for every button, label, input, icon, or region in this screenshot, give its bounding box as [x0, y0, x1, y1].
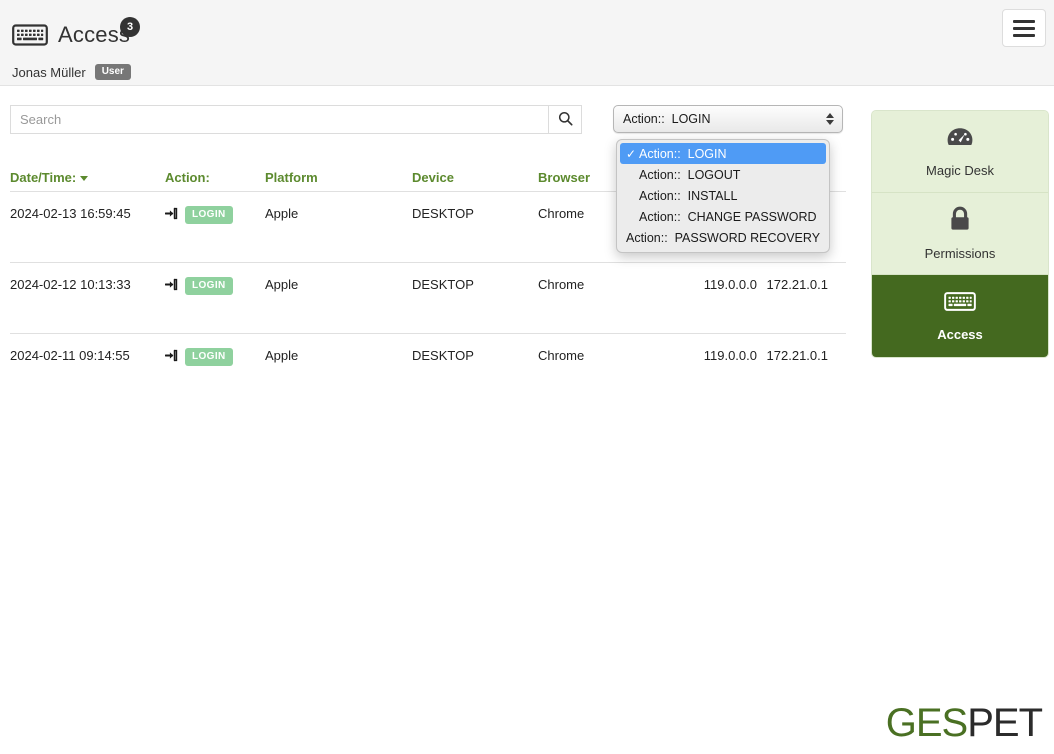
brand: Access [12, 22, 130, 48]
cell-version: 119.0.0.0 [703, 348, 757, 363]
action-filter-dropdown[interactable]: ✓ Action:: LOGIN Action:: LOGOUT Action:… [616, 139, 830, 253]
app-header: Access 3 Jonas Müller User [0, 0, 1054, 86]
sidebar-item-permissions[interactable]: Permissions [872, 193, 1048, 275]
sign-in-icon [165, 349, 178, 365]
check-icon: ✓ [626, 146, 637, 161]
sidebar-item-magic-desk[interactable]: Magic Desk [872, 111, 1048, 193]
cell-version: 119.0.0.0 [703, 277, 757, 292]
column-header-device[interactable]: Device [412, 170, 538, 185]
hamburger-menu-icon [1013, 26, 1035, 30]
search-button[interactable] [548, 105, 582, 134]
search-input[interactable] [10, 105, 548, 134]
cell-platform: Apple [265, 206, 299, 221]
dropdown-option-login[interactable]: ✓ Action:: LOGIN [620, 143, 826, 164]
sort-desc-icon [80, 175, 89, 181]
dropdown-option-install[interactable]: Action:: INSTALL [620, 185, 826, 206]
dropdown-option-password-recovery[interactable]: Action:: PASSWORD RECOVERY [620, 227, 826, 248]
cell-datetime: 2024-02-13 16:59:45 [10, 206, 131, 221]
search-bar [10, 105, 582, 134]
dropdown-option-label: Action:: CHANGE PASSWORD [639, 209, 817, 224]
chevron-updown-icon [826, 113, 834, 125]
cell-device: DESKTOP [412, 348, 474, 363]
table-row[interactable]: 2024-02-11 09:14:55 LOGIN Apple DESKTOP … [10, 333, 846, 404]
dropdown-option-logout[interactable]: Action:: LOGOUT [620, 164, 826, 185]
cell-datetime: 2024-02-11 09:14:55 [10, 348, 130, 363]
status-badge: LOGIN [185, 277, 233, 295]
action-filter-select[interactable]: Action:: LOGIN [613, 105, 843, 133]
dropdown-option-label: Action:: LOGOUT [639, 167, 741, 182]
lock-icon [949, 206, 971, 237]
keyboard-icon [12, 22, 48, 48]
dropdown-option-label: Action:: INSTALL [639, 188, 738, 203]
cell-browser: Chrome [538, 277, 585, 292]
cell-device: DESKTOP [412, 206, 474, 221]
gauge-icon [946, 125, 974, 154]
cell-platform: Apple [265, 277, 299, 292]
column-header-platform[interactable]: Platform [265, 170, 412, 185]
logo-part-ges: GES [885, 701, 968, 745]
column-header-datetime[interactable]: Date/Time: [10, 170, 165, 185]
logo-part-pet: PET [967, 701, 1043, 745]
hamburger-menu-button[interactable] [1002, 9, 1046, 47]
cell-datetime: 2024-02-12 10:13:33 [10, 277, 131, 292]
cell-platform: Apple [265, 348, 299, 363]
dropdown-option-label: Action:: LOGIN [639, 146, 727, 161]
sidebar-item-label: Magic Desk [926, 163, 994, 178]
sidebar-item-label: Permissions [924, 246, 996, 261]
sidebar-item-access[interactable]: Access [872, 275, 1048, 357]
table-row[interactable]: 2024-02-12 10:13:33 LOGIN Apple DESKTOP … [10, 262, 846, 333]
notification-badge: 3 [120, 17, 140, 37]
status-badge: LOGIN [185, 348, 233, 366]
cell-action: LOGIN [165, 277, 265, 295]
cell-ip: 172.21.0.1 [766, 348, 828, 363]
sign-in-icon [165, 278, 178, 294]
hamburger-menu-icon [1013, 19, 1035, 23]
user-role-badge: User [94, 64, 131, 80]
cell-action: LOGIN [165, 206, 265, 224]
cell-device: DESKTOP [412, 277, 474, 292]
cell-action: LOGIN [165, 348, 265, 366]
action-filter-value: Action:: LOGIN [623, 112, 711, 126]
sign-in-icon [165, 207, 178, 223]
keyboard-icon [944, 290, 976, 318]
column-header-action[interactable]: Action: [165, 170, 265, 185]
dropdown-option-label: Action:: PASSWORD RECOVERY [626, 230, 821, 245]
status-badge: LOGIN [185, 206, 233, 224]
sidebar-item-label: Access [937, 327, 983, 342]
side-navigation: Magic Desk Permissions Access [871, 110, 1049, 358]
dropdown-option-change-password[interactable]: Action:: CHANGE PASSWORD [620, 206, 826, 227]
gespet-logo: GESPET [885, 701, 1043, 746]
hamburger-menu-icon [1013, 33, 1035, 37]
cell-browser: Chrome [538, 348, 585, 363]
column-header-label: Date/Time: [10, 169, 77, 185]
search-icon [558, 111, 573, 129]
cell-ip: 172.21.0.1 [766, 277, 828, 292]
user-name: Jonas Müller [12, 64, 86, 80]
user-info: Jonas Müller User [12, 64, 131, 80]
